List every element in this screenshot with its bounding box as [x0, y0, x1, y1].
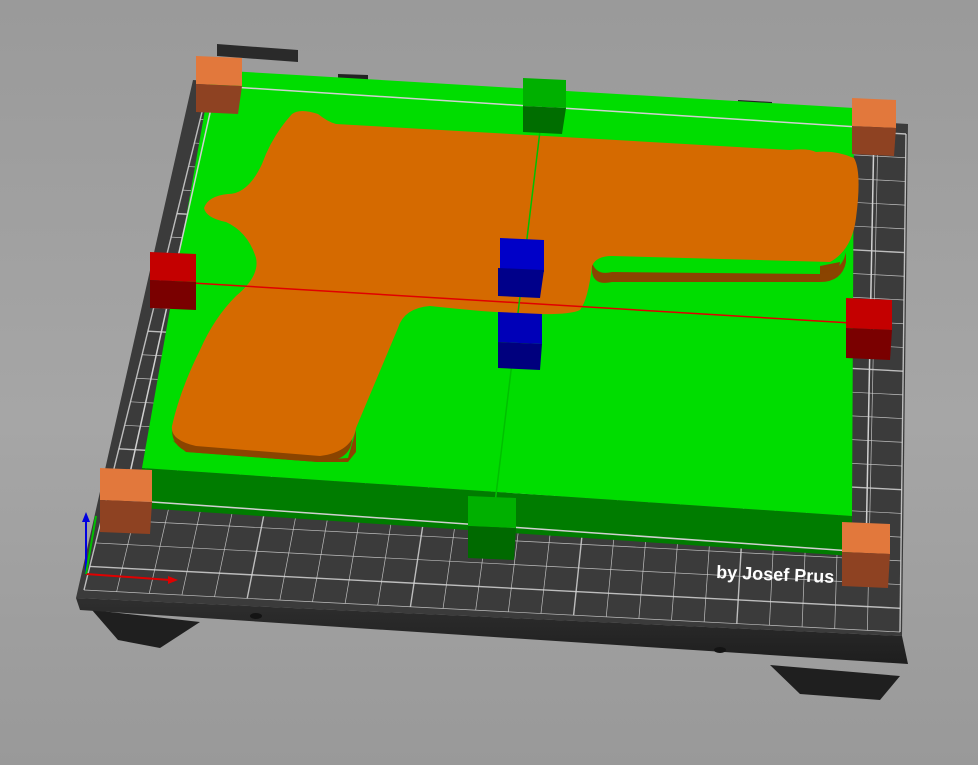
scale-handle-front-left[interactable]: [100, 468, 152, 534]
scale-handle-back-left[interactable]: [196, 56, 242, 114]
scale-handle-back-right[interactable]: [852, 98, 896, 156]
z-axis-handle-top[interactable]: [498, 238, 544, 298]
scale-handle-front-right[interactable]: [842, 522, 890, 588]
x-axis-handle-left[interactable]: [150, 252, 196, 310]
y-axis-handle-back[interactable]: [523, 78, 566, 134]
3d-viewport[interactable]: by Josef Prus: [0, 0, 978, 765]
y-axis-handle-front[interactable]: [468, 496, 516, 560]
scene-canvas[interactable]: by Josef Prus: [0, 0, 978, 765]
z-axis-handle-bottom[interactable]: [498, 312, 542, 370]
x-axis-handle-right[interactable]: [846, 298, 892, 360]
